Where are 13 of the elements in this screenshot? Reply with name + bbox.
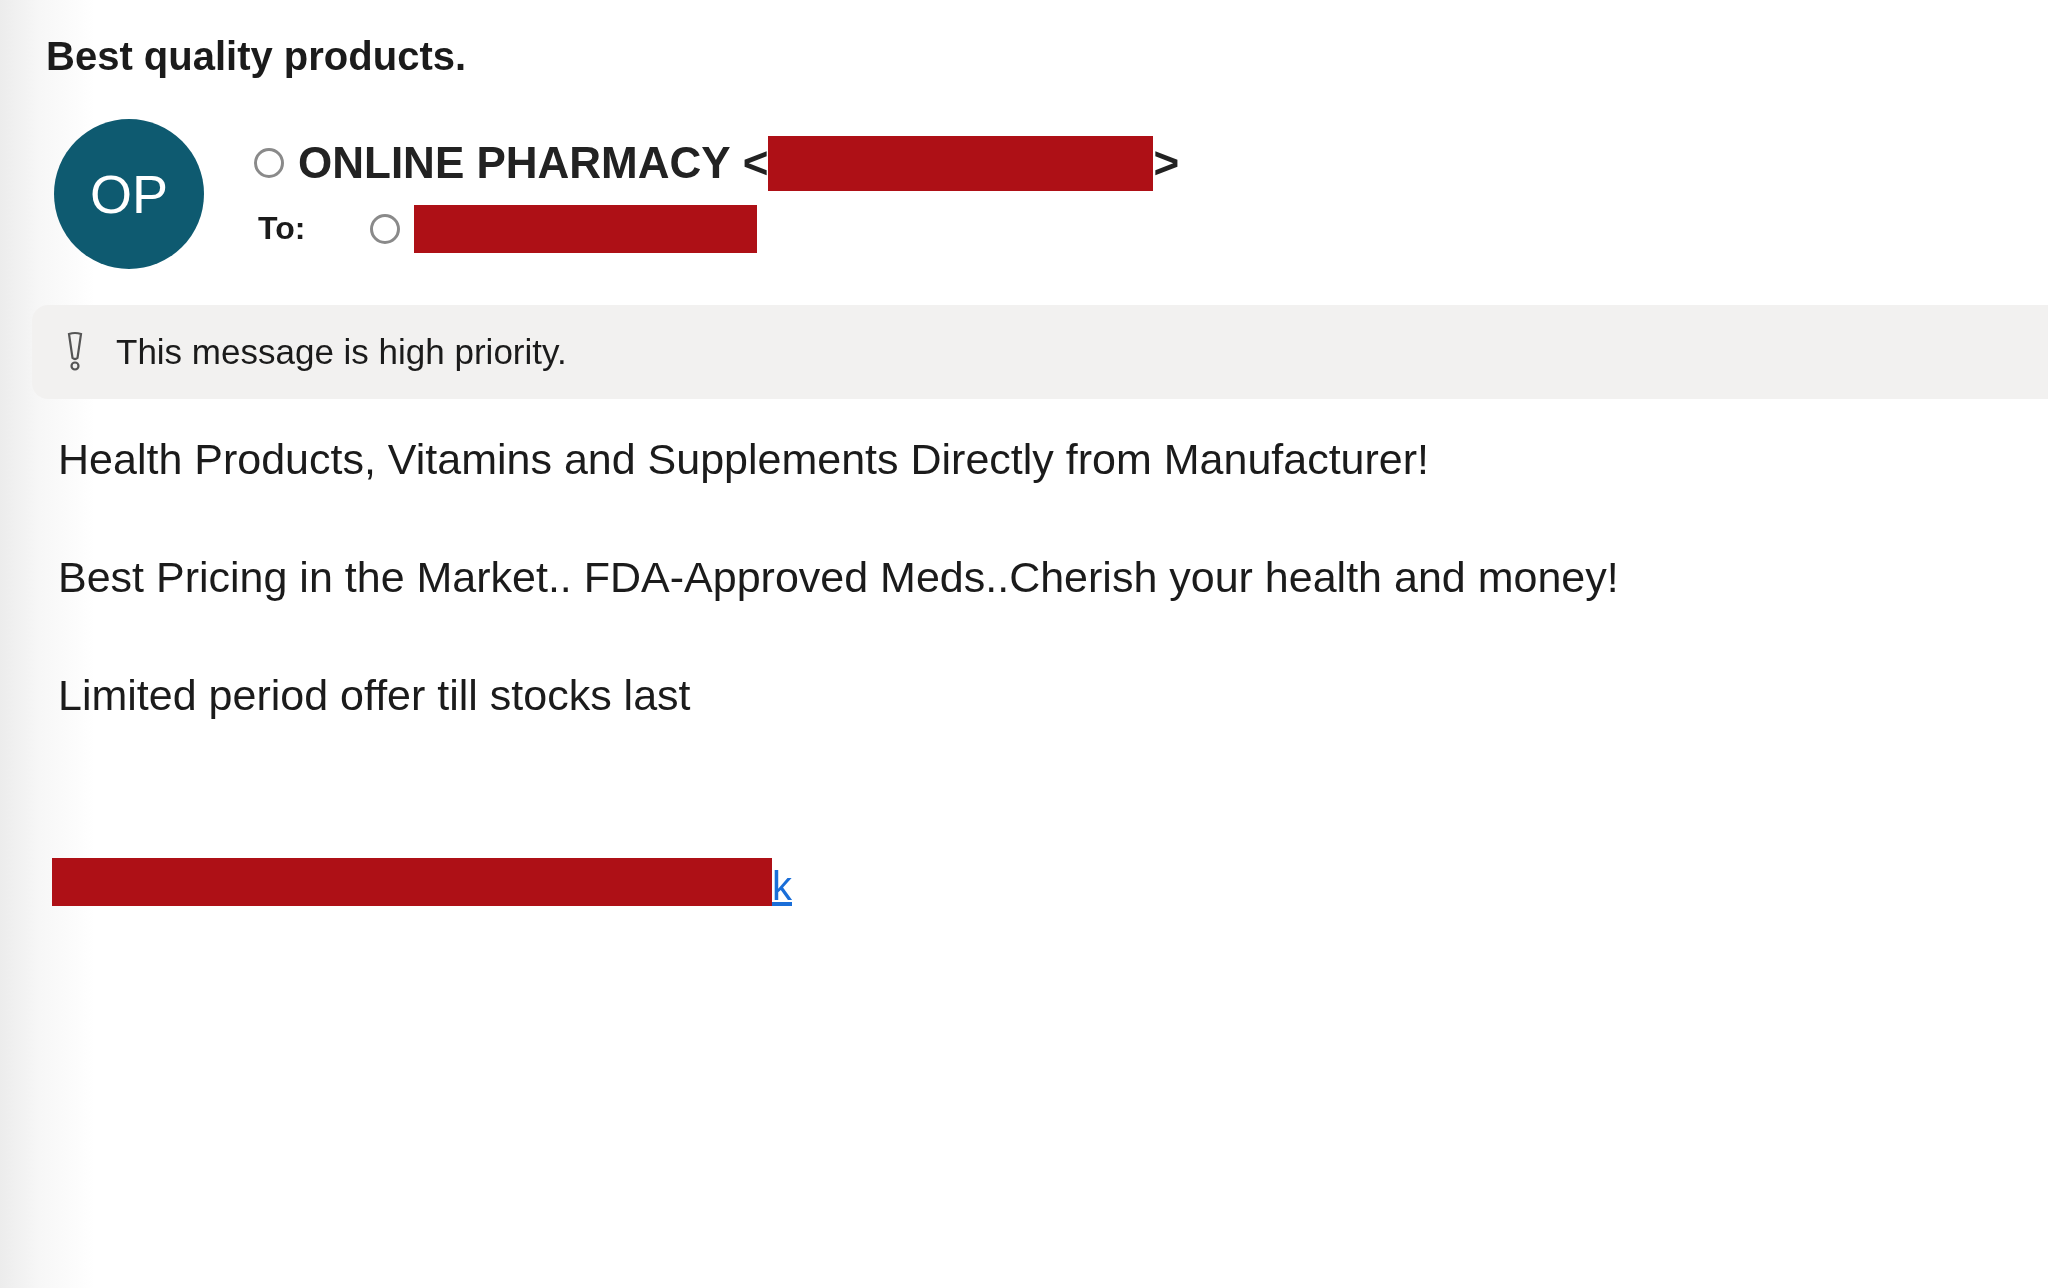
link[interactable]: k	[772, 866, 792, 906]
presence-circle-icon	[254, 148, 284, 178]
to-label: To:	[258, 210, 307, 247]
body-paragraph: Limited period offer till stocks last	[58, 671, 692, 720]
body-paragraph: Health Products, Vitamins and Supplements Directly from Manufacturer!	[58, 435, 1431, 484]
presence-circle-icon	[370, 213, 400, 244]
banner-text: This message is high priority.	[116, 332, 567, 372]
bracket-text: >	[1153, 138, 1180, 188]
sender-avatar: OP	[54, 119, 204, 269]
sender-name: ONLINE PHARMACY	[298, 138, 731, 188]
email-subject: Best quality products.	[46, 34, 468, 79]
bracket-text: <	[742, 138, 769, 188]
body-paragraph: Best Pricing in the Market.. FDA-Approved Meds..Cherish your health and money!	[58, 553, 1620, 602]
